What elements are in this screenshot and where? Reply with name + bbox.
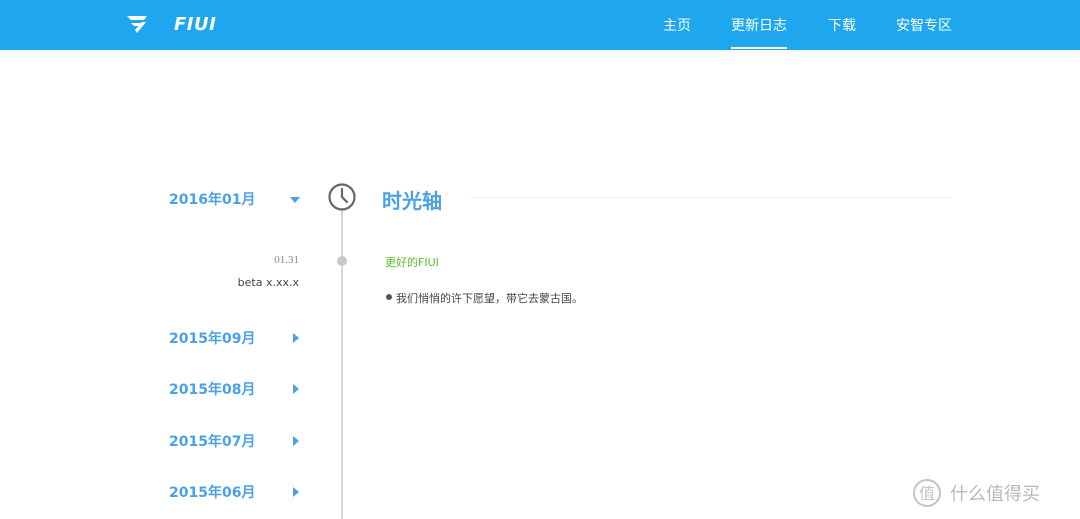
- nav-item-home[interactable]: 主页: [663, 15, 691, 35]
- nav-item-download[interactable]: 下载: [828, 15, 856, 35]
- month-2016-01[interactable]: 2016年01月: [169, 189, 255, 209]
- clock-icon: [328, 183, 356, 211]
- watermark: 值 什么值得买: [912, 476, 1040, 510]
- chevron-right-icon[interactable]: [293, 436, 299, 446]
- active-nav-indicator: [731, 47, 787, 49]
- value-buy-icon: 值: [913, 479, 941, 507]
- month-2015-06[interactable]: 2015年06月: [169, 482, 255, 502]
- chevron-right-icon[interactable]: [293, 384, 299, 394]
- month-2015-09[interactable]: 2015年09月: [169, 328, 255, 348]
- title-divider: [470, 197, 952, 198]
- chevron-right-icon[interactable]: [293, 333, 299, 343]
- bullet-icon: [386, 294, 392, 300]
- chevron-right-icon[interactable]: [293, 487, 299, 497]
- fiui-logo-icon[interactable]: [126, 14, 148, 34]
- nav-item-changelog[interactable]: 更新日志: [731, 15, 787, 35]
- timeline-node: [337, 256, 347, 266]
- entry-title: 更好的FIUI: [385, 256, 439, 269]
- top-navigation-bar: FIUI 主页 更新日志 下载 安智专区: [0, 0, 1080, 50]
- month-2015-07[interactable]: 2015年07月: [169, 431, 255, 451]
- watermark-text: 什么值得买: [950, 484, 1040, 505]
- chevron-down-icon[interactable]: [290, 197, 300, 203]
- svg-text:值: 值: [919, 484, 935, 503]
- brand-name[interactable]: FIUI: [174, 14, 216, 35]
- entry-version: beta x.xx.x: [237, 276, 299, 289]
- entry-date: 01.31: [274, 254, 299, 266]
- entry-item: 我们悄悄的许下愿望，带它去蒙古国。: [396, 292, 583, 305]
- nav-item-anzhi-zone[interactable]: 安智专区: [896, 15, 952, 35]
- timeline-title: 时光轴: [382, 189, 442, 213]
- month-2015-08[interactable]: 2015年08月: [169, 379, 255, 399]
